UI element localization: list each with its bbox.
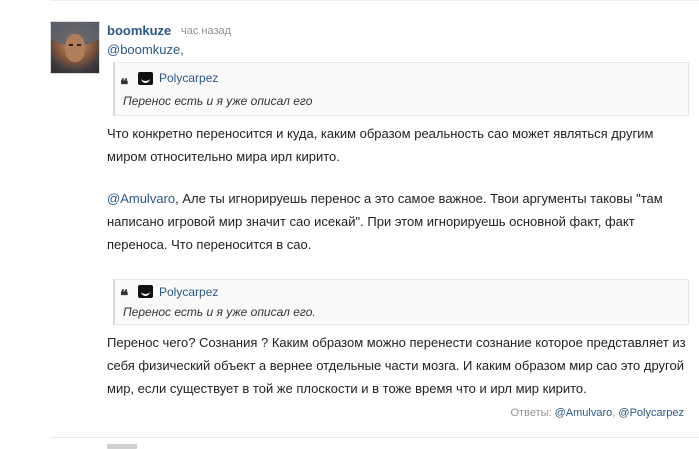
reply-link[interactable]: @Polycarpez (618, 407, 684, 419)
avatar-eye (77, 44, 81, 46)
quote-text: Перенос есть и я уже описал его (123, 94, 313, 108)
quote-block: ❛❛ Polycarpez Перенос есть и я уже описа… (113, 279, 689, 325)
comment-paragraph: @Amulvaro, Але ты игнорируешь перенос а … (107, 187, 692, 256)
quote-author[interactable]: Polycarpez (159, 71, 218, 85)
next-comment-stub (107, 444, 137, 449)
quote-mark-icon: ❛❛ (120, 288, 128, 305)
reply-link[interactable]: @Amulvaro (555, 407, 613, 419)
comment-author[interactable]: boomkuze (107, 23, 171, 38)
quote-text: Перенос есть и я уже описал его. (123, 305, 316, 319)
replies-label: Ответы: (510, 407, 552, 419)
avatar-eye (69, 44, 73, 46)
quote-author-avatar[interactable] (138, 285, 153, 298)
bottom-divider (50, 437, 699, 438)
reply-separator: , (612, 407, 616, 419)
comment-time[interactable]: час назад (181, 25, 231, 37)
replies-line: Ответы: @Amulvaro, @Polycarpez (511, 407, 685, 419)
avatar-face (65, 34, 85, 62)
user-mention-link[interactable]: @Amulvaro (107, 191, 175, 206)
reply-mention[interactable]: @boomkuze, (107, 42, 184, 57)
comment-paragraph: Перенос чего? Сознания ? Каким образом м… (107, 335, 686, 396)
top-divider (50, 0, 699, 1)
quote-mark-icon: ❛❛ (120, 77, 128, 94)
quote-block: ❛❛ Polycarpez Перенос есть и я уже описа… (113, 62, 689, 116)
quote-author-avatar[interactable] (138, 72, 153, 85)
comment-paragraph: Что конкретно переносится и куда, каким … (107, 126, 654, 164)
paragraph-text: , Але ты игнорируешь перенос а это самое… (107, 191, 663, 252)
quote-author[interactable]: Polycarpez (159, 285, 218, 299)
avatar[interactable] (50, 21, 100, 74)
